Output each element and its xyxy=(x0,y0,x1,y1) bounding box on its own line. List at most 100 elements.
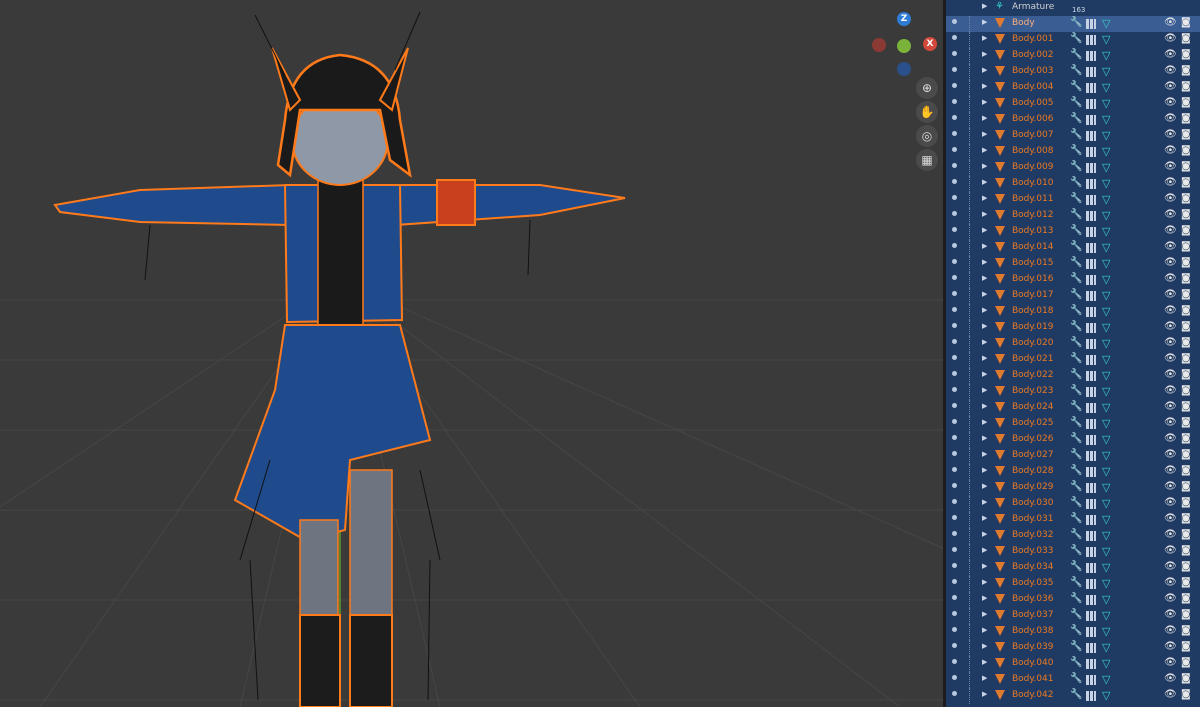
outliner-row[interactable]: ▶ Body.032 🔧 ▽ 👁 ◙ xyxy=(946,528,1200,544)
vertex-group-icon[interactable] xyxy=(1086,147,1096,157)
modifier-wrench-icon[interactable]: 🔧 xyxy=(1070,209,1082,220)
expand-arrow-icon[interactable]: ▶ xyxy=(982,610,987,618)
expand-arrow-icon[interactable]: ▶ xyxy=(982,354,987,362)
modifier-wrench-icon[interactable]: 🔧 xyxy=(1070,593,1082,604)
expand-arrow-icon[interactable]: ▶ xyxy=(982,450,987,458)
modifier-wrench-icon[interactable]: 🔧 xyxy=(1070,113,1082,124)
mesh-data-icon[interactable]: ▽ xyxy=(1102,177,1110,190)
modifier-wrench-icon[interactable]: 🔧 xyxy=(1070,577,1082,588)
vertex-group-icon[interactable] xyxy=(1086,51,1096,61)
eye-visibility-icon[interactable]: 👁 xyxy=(1164,49,1177,60)
outliner-row[interactable]: ▶ Body.001 🔧 ▽ 👁 ◙ xyxy=(946,32,1200,48)
outliner-row[interactable]: ▶ Body.002 🔧 ▽ 👁 ◙ xyxy=(946,48,1200,64)
expand-arrow-icon[interactable]: ▶ xyxy=(982,18,987,26)
outliner-row[interactable]: ▶ Body.033 🔧 ▽ 👁 ◙ xyxy=(946,544,1200,560)
vertex-group-icon[interactable] xyxy=(1086,99,1096,109)
eye-visibility-icon[interactable]: 👁 xyxy=(1164,449,1177,460)
expand-arrow-icon[interactable]: ▶ xyxy=(982,226,987,234)
modifier-wrench-icon[interactable]: 🔧 xyxy=(1070,673,1082,684)
eye-visibility-icon[interactable]: 👁 xyxy=(1164,241,1177,252)
vertex-group-icon[interactable] xyxy=(1086,243,1096,253)
vertex-group-icon[interactable] xyxy=(1086,403,1096,413)
modifier-wrench-icon[interactable]: 🔧 xyxy=(1070,609,1082,620)
camera-render-icon[interactable]: ◙ xyxy=(1181,17,1191,28)
eye-visibility-icon[interactable]: 👁 xyxy=(1164,625,1177,636)
camera-render-icon[interactable]: ◙ xyxy=(1181,497,1191,508)
eye-visibility-icon[interactable]: 👁 xyxy=(1164,529,1177,540)
vertex-group-icon[interactable] xyxy=(1086,211,1096,221)
eye-visibility-icon[interactable]: 👁 xyxy=(1164,353,1177,364)
vertex-group-icon[interactable] xyxy=(1086,499,1096,509)
camera-render-icon[interactable]: ◙ xyxy=(1181,529,1191,540)
camera-render-icon[interactable]: ◙ xyxy=(1181,577,1191,588)
vertex-group-icon[interactable] xyxy=(1086,691,1096,701)
vertex-group-icon[interactable] xyxy=(1086,19,1096,29)
mesh-data-icon[interactable]: ▽ xyxy=(1102,81,1110,94)
expand-arrow-icon[interactable]: ▶ xyxy=(982,594,987,602)
mesh-data-icon[interactable]: ▽ xyxy=(1102,273,1110,286)
mesh-data-icon[interactable]: ▽ xyxy=(1102,561,1110,574)
camera-render-icon[interactable]: ◙ xyxy=(1181,609,1191,620)
mesh-data-icon[interactable]: ▽ xyxy=(1102,593,1110,606)
mesh-data-icon[interactable]: ▽ xyxy=(1102,161,1110,174)
camera-render-icon[interactable]: ◙ xyxy=(1181,65,1191,76)
expand-arrow-icon[interactable]: ▶ xyxy=(982,482,987,490)
camera-render-icon[interactable]: ◙ xyxy=(1181,561,1191,572)
outliner-row[interactable]: ▶ Body.007 🔧 ▽ 👁 ◙ xyxy=(946,128,1200,144)
expand-arrow-icon[interactable]: ▶ xyxy=(982,530,987,538)
modifier-wrench-icon[interactable]: 🔧 xyxy=(1070,161,1082,172)
outliner-row[interactable]: ▶ Body.021 🔧 ▽ 👁 ◙ xyxy=(946,352,1200,368)
eye-visibility-icon[interactable]: 👁 xyxy=(1164,673,1177,684)
expand-arrow-icon[interactable]: ▶ xyxy=(982,498,987,506)
eye-visibility-icon[interactable]: 👁 xyxy=(1164,513,1177,524)
vertex-group-icon[interactable] xyxy=(1086,83,1096,93)
eye-visibility-icon[interactable]: 👁 xyxy=(1164,113,1177,124)
mesh-data-icon[interactable]: ▽ xyxy=(1102,289,1110,302)
modifier-wrench-icon[interactable]: 🔧 xyxy=(1070,33,1082,44)
modifier-wrench-icon[interactable]: 🔧 xyxy=(1070,65,1082,76)
eye-visibility-icon[interactable]: 👁 xyxy=(1164,593,1177,604)
mesh-data-icon[interactable]: ▽ xyxy=(1102,257,1110,270)
eye-visibility-icon[interactable]: 👁 xyxy=(1164,417,1177,428)
modifier-wrench-icon[interactable]: 🔧 xyxy=(1070,145,1082,156)
camera-render-icon[interactable]: ◙ xyxy=(1181,353,1191,364)
mesh-data-icon[interactable]: ▽ xyxy=(1102,97,1110,110)
outliner-row[interactable]: ▶ Body.014 🔧 ▽ 👁 ◙ xyxy=(946,240,1200,256)
expand-arrow-icon[interactable]: ▶ xyxy=(982,258,987,266)
modifier-wrench-icon[interactable]: 🔧 xyxy=(1070,625,1082,636)
expand-arrow-icon[interactable]: ▶ xyxy=(982,194,987,202)
vertex-group-icon[interactable] xyxy=(1086,67,1096,77)
modifier-wrench-icon[interactable]: 🔧 xyxy=(1070,241,1082,252)
mesh-data-icon[interactable]: ▽ xyxy=(1102,305,1110,318)
expand-arrow-icon[interactable]: ▶ xyxy=(982,274,987,282)
expand-arrow-icon[interactable]: ▶ xyxy=(982,98,987,106)
modifier-wrench-icon[interactable]: 🔧 xyxy=(1070,129,1082,140)
vertex-group-icon[interactable] xyxy=(1086,595,1096,605)
vertex-group-icon[interactable] xyxy=(1086,115,1096,125)
outliner-row[interactable]: ▶ Body.004 🔧 ▽ 👁 ◙ xyxy=(946,80,1200,96)
vertex-group-icon[interactable] xyxy=(1086,371,1096,381)
outliner-row[interactable]: ▶ Body.036 🔧 ▽ 👁 ◙ xyxy=(946,592,1200,608)
expand-arrow-icon[interactable]: ▶ xyxy=(982,626,987,634)
mesh-data-icon[interactable]: ▽ xyxy=(1102,65,1110,78)
mesh-data-icon[interactable]: ▽ xyxy=(1102,353,1110,366)
camera-render-icon[interactable]: ◙ xyxy=(1181,225,1191,236)
modifier-wrench-icon[interactable]: 🔧 xyxy=(1070,193,1082,204)
camera-render-icon[interactable]: ◙ xyxy=(1181,257,1191,268)
expand-arrow-icon[interactable]: ▶ xyxy=(982,114,987,122)
camera-render-icon[interactable]: ◙ xyxy=(1181,273,1191,284)
eye-visibility-icon[interactable]: 👁 xyxy=(1164,481,1177,492)
vertex-group-icon[interactable] xyxy=(1086,291,1096,301)
gizmo-x-axis[interactable]: X xyxy=(923,37,937,51)
mesh-data-icon[interactable]: ▽ xyxy=(1102,369,1110,382)
expand-arrow-icon[interactable]: ▶ xyxy=(982,514,987,522)
eye-visibility-icon[interactable]: 👁 xyxy=(1164,273,1177,284)
modifier-wrench-icon[interactable]: 🔧 xyxy=(1070,17,1082,28)
mesh-data-icon[interactable]: ▽ xyxy=(1102,401,1110,414)
mesh-data-icon[interactable]: ▽ xyxy=(1102,33,1110,46)
outliner-row[interactable]: ▶ Body.019 🔧 ▽ 👁 ◙ xyxy=(946,320,1200,336)
expand-arrow-icon[interactable]: ▶ xyxy=(982,242,987,250)
modifier-wrench-icon[interactable]: 🔧 xyxy=(1070,353,1082,364)
expand-arrow-icon[interactable]: ▶ xyxy=(982,66,987,74)
vertex-group-icon[interactable] xyxy=(1086,483,1096,493)
